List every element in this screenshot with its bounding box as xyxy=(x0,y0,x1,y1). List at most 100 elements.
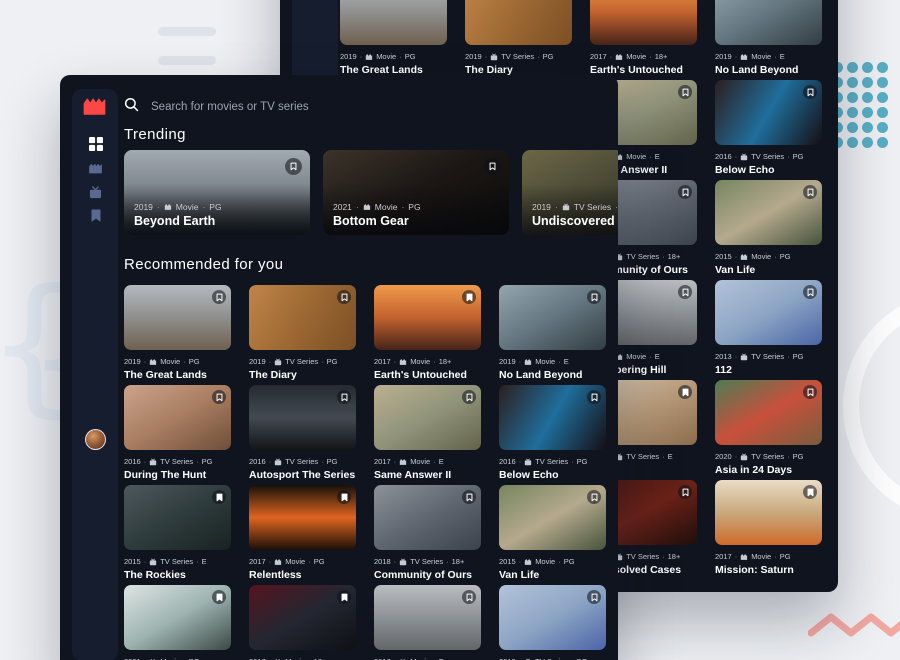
bookmark-button[interactable] xyxy=(462,390,476,404)
trending-heading: Trending xyxy=(124,126,186,143)
media-card[interactable]: 2019·TV Series·PG The Diary xyxy=(249,285,356,385)
sidebar-item-tv-series[interactable] xyxy=(88,185,103,200)
bookmark-button[interactable] xyxy=(212,590,226,604)
thumbnail xyxy=(465,0,572,45)
dot-decoration xyxy=(847,62,858,73)
bookmark-button[interactable] xyxy=(678,385,692,399)
media-card[interactable]: 2020·TV Series·PGAsia in 24 Days xyxy=(715,380,822,480)
bookmark-button[interactable] xyxy=(587,590,601,604)
bookmark-button[interactable] xyxy=(337,590,351,604)
media-card[interactable]: 2017·Movie·18+Earth's Untouched xyxy=(590,0,697,80)
search-input[interactable] xyxy=(149,100,433,114)
app-logo-icon[interactable] xyxy=(83,98,106,120)
card-meta: 2017·Movie·E xyxy=(374,457,481,466)
bookmark-button[interactable] xyxy=(678,485,692,499)
media-card[interactable]: 2017·Movie·PGRelentless xyxy=(249,485,356,585)
bookmark-button[interactable] xyxy=(803,485,817,499)
dot-decoration xyxy=(862,77,873,88)
card-meta: 2016·TV Series·PG xyxy=(715,152,822,161)
media-card[interactable]: 2019·TV Series·PGThe Diary xyxy=(465,0,572,80)
media-card[interactable]: 2015·Movie·PGVan Life xyxy=(715,180,822,280)
dot-decoration xyxy=(877,137,888,148)
movie-icon xyxy=(399,458,407,466)
thumbnail xyxy=(374,585,481,650)
card-title: Mission: Saturn xyxy=(715,564,822,576)
sidebar xyxy=(72,89,118,660)
trending-card[interactable]: 2019·TV Series·EUndiscovered Cities xyxy=(522,150,618,235)
bookmark-button[interactable] xyxy=(678,185,692,199)
thumbnail xyxy=(124,485,231,550)
bookmark-button[interactable] xyxy=(337,290,351,304)
media-card[interactable]: 2017·Movie·EWhispering Hill xyxy=(374,585,481,660)
movie-icon xyxy=(524,558,532,566)
bookmark-button[interactable] xyxy=(462,290,476,304)
thumbnail xyxy=(499,585,606,650)
dot-decoration xyxy=(877,77,888,88)
card-title: No Land Beyond xyxy=(715,64,822,76)
media-card[interactable]: 2016·TV Series·PGAutosport The Series xyxy=(249,385,356,485)
bookmark-button[interactable] xyxy=(212,290,226,304)
media-card[interactable]: 2017·Movie·ESame Answer II xyxy=(374,385,481,485)
sidebar-item-bookmarks[interactable] xyxy=(88,208,103,223)
card-meta: 2017·Movie·PG xyxy=(249,557,356,566)
sidebar-item-home[interactable] xyxy=(88,136,103,151)
thumbnail xyxy=(499,485,606,550)
thumbnail xyxy=(715,180,822,245)
media-card[interactable]: 2019·Movie·PGThe Great Lands xyxy=(124,285,231,385)
bookmark-button[interactable] xyxy=(285,158,302,175)
media-card[interactable]: 2017·Movie·18+Off the Track xyxy=(249,585,356,660)
circle-decoration xyxy=(843,290,900,522)
dot-decoration xyxy=(862,92,873,103)
bookmark-button[interactable] xyxy=(803,85,817,99)
bookmark-button[interactable] xyxy=(803,385,817,399)
media-card[interactable]: 2018·TV Series·18+Community of Ours xyxy=(374,485,481,585)
search-bar[interactable] xyxy=(124,97,444,117)
card-meta: 2019·Movie·E xyxy=(499,357,606,366)
bar-decoration xyxy=(158,27,216,36)
media-card[interactable]: 2019·Movie·ENo Land Beyond xyxy=(715,0,822,80)
bookmark-button[interactable] xyxy=(484,158,501,175)
bookmark-button[interactable] xyxy=(803,185,817,199)
media-card[interactable]: 2019·Movie·PGThe Great Lands xyxy=(340,0,447,80)
bookmark-button[interactable] xyxy=(678,85,692,99)
dot-decoration xyxy=(847,107,858,118)
sidebar-item-movies[interactable] xyxy=(88,161,103,176)
media-card[interactable]: 2013·TV Series·PG112 xyxy=(715,280,822,380)
bookmark-button[interactable] xyxy=(462,490,476,504)
bookmark-button[interactable] xyxy=(803,285,817,299)
media-card[interactable]: 2019·Movie·ENo Land Beyond xyxy=(499,285,606,385)
trending-card[interactable]: 2021·Movie·PGBottom Gear xyxy=(323,150,509,235)
media-card[interactable]: 2015·TV Series·EThe Rockies xyxy=(124,485,231,585)
bookmark-button[interactable] xyxy=(587,390,601,404)
bookmark-button[interactable] xyxy=(587,290,601,304)
bookmark-button[interactable] xyxy=(212,390,226,404)
card-meta: 2016·TV Series·PG xyxy=(499,457,606,466)
card-meta: 2020·TV Series·PG xyxy=(715,452,822,461)
bookmark-button[interactable] xyxy=(678,285,692,299)
bookmark-button[interactable] xyxy=(337,390,351,404)
movie-icon xyxy=(740,553,748,561)
tv-icon xyxy=(274,358,282,366)
media-card[interactable]: 2016·TV Series·PGBelow Echo xyxy=(499,385,606,485)
media-card[interactable]: 2013·TV Series·PG112 xyxy=(499,585,606,660)
bookmark-button[interactable] xyxy=(587,490,601,504)
user-avatar[interactable] xyxy=(85,429,106,450)
thumbnail xyxy=(715,380,822,445)
media-card[interactable]: 2017·Movie·PGMission: Saturn xyxy=(715,480,822,580)
card-meta: 2019·TV Series·PG xyxy=(249,357,356,366)
media-card[interactable]: 2016·TV Series·PGDuring The Hunt xyxy=(124,385,231,485)
media-card[interactable]: 2021·Movie·PGThe Heiress xyxy=(124,585,231,660)
bookmark-button[interactable] xyxy=(212,490,226,504)
bookmark-button[interactable] xyxy=(337,490,351,504)
tv-icon xyxy=(740,153,748,161)
media-card[interactable]: 2017·Movie·18+Earth's Untouched xyxy=(374,285,481,385)
movie-icon xyxy=(149,358,157,366)
card-title: The Diary xyxy=(249,369,356,381)
trending-card[interactable]: 2019·Movie·PGBeyond Earth xyxy=(124,150,310,235)
thumbnail xyxy=(124,385,231,450)
card-title: Below Echo xyxy=(715,164,822,176)
bookmark-button[interactable] xyxy=(462,590,476,604)
media-card[interactable]: 2015·Movie·PGVan Life xyxy=(499,485,606,585)
media-card[interactable]: 2016·TV Series·PG Below Echo xyxy=(715,80,822,180)
dot-decoration xyxy=(877,92,888,103)
